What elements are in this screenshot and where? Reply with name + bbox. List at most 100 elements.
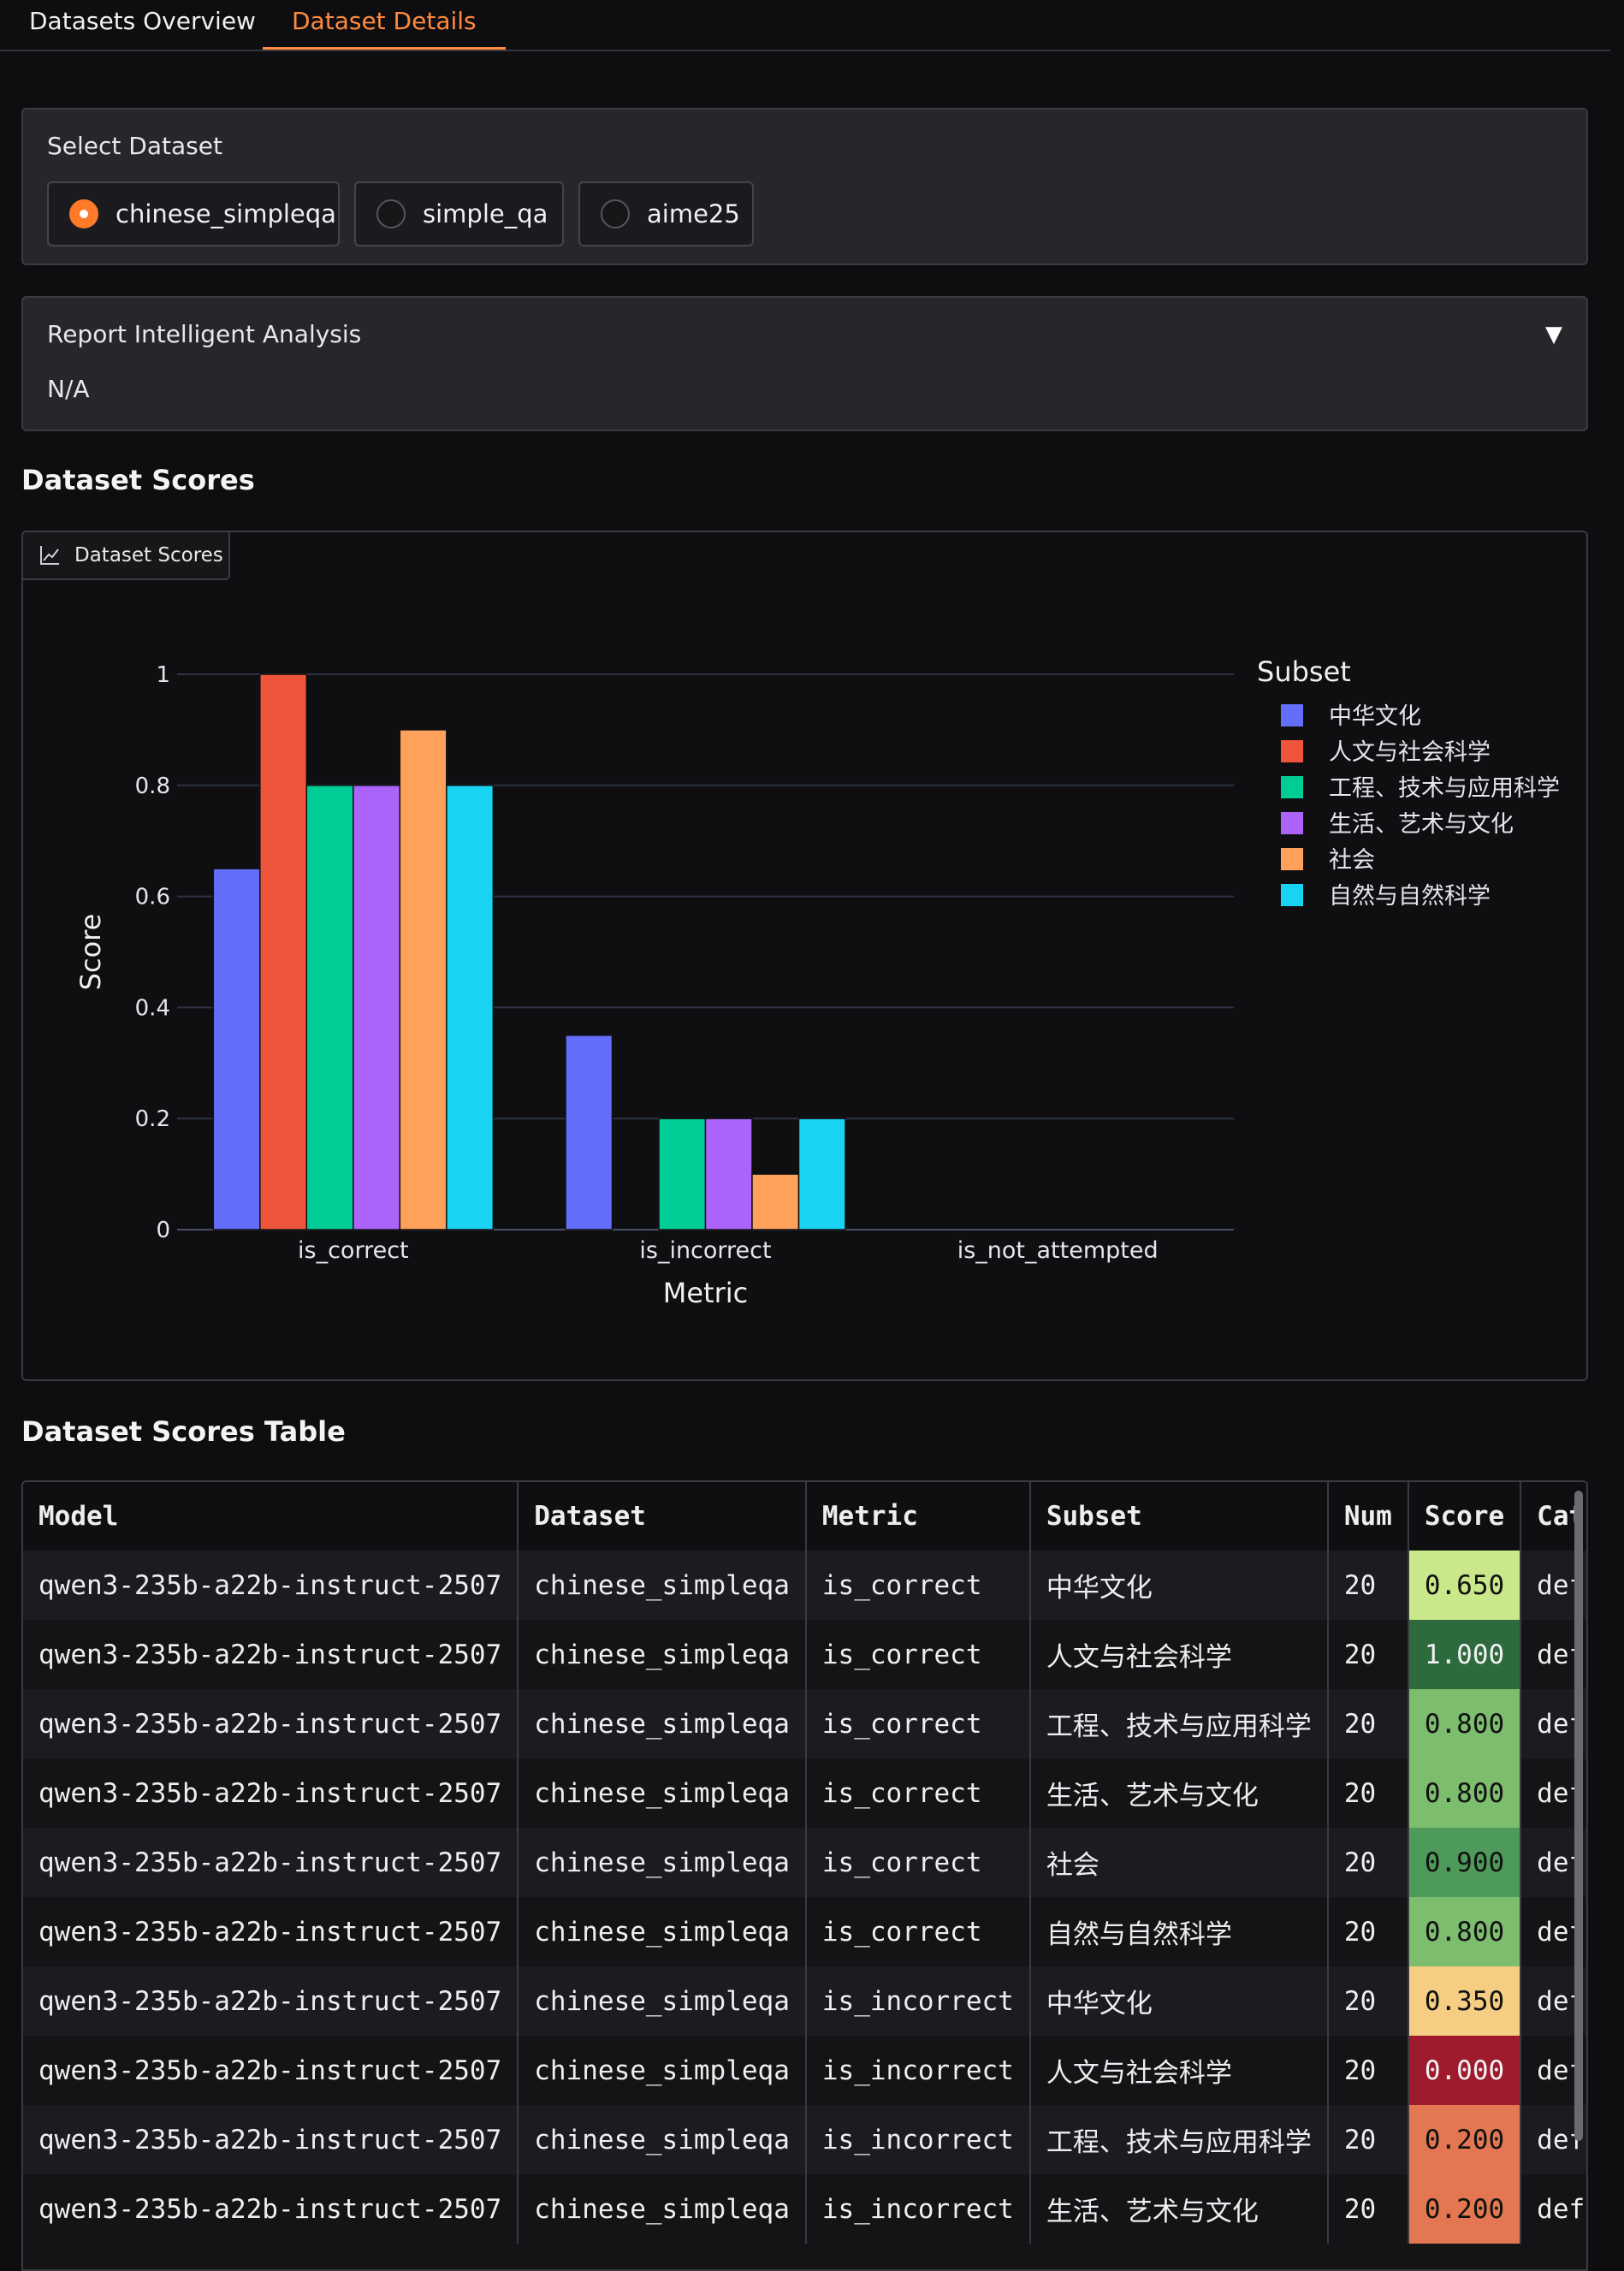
cell-num: 20 <box>1327 1689 1409 1758</box>
column-header-score[interactable]: Score <box>1408 1482 1522 1551</box>
cell-num: 20 <box>1327 1551 1409 1620</box>
y-tick-label: 0.2 <box>135 1106 170 1132</box>
bar <box>797 1118 846 1230</box>
cell-subset: 生活、艺术与文化 <box>1029 1758 1329 1828</box>
legend-swatch <box>1281 812 1303 834</box>
legend-item: 工程、技术与应用科学 <box>1329 775 1560 802</box>
cell-subset: 社会 <box>1029 1828 1329 1897</box>
tab-datasets-overview[interactable]: Datasets Overview <box>0 0 285 50</box>
cell-score: 0.800 <box>1408 1758 1522 1828</box>
dataset-scores-plot: Dataset Scores 0 0.2 0.4 0.6 0.8 1 is_correct i… <box>21 531 1588 1381</box>
legend-item: 生活、艺术与文化 <box>1329 811 1514 838</box>
cell-dataset: chinese_simpleqa <box>518 1689 807 1758</box>
bar <box>751 1173 800 1230</box>
collapse-triangle-icon[interactable]: ▼ <box>1545 322 1562 347</box>
column-header-metric[interactable]: Metric <box>805 1482 1031 1551</box>
cell-subset: 人文与社会科学 <box>1029 1620 1329 1689</box>
radio-unselected-icon <box>376 199 406 228</box>
radio-chinese-simpleqa[interactable]: chinese_simpleqa <box>47 181 340 246</box>
legend-swatch <box>1281 776 1303 798</box>
cell-metric: is_incorrect <box>805 2036 1031 2105</box>
cell-metric: is_incorrect <box>805 1966 1031 2036</box>
column-header-num[interactable]: Num <box>1327 1482 1409 1551</box>
legend-item: 中华文化 <box>1329 703 1421 730</box>
radio-aime25[interactable]: aime25 <box>578 181 754 246</box>
dataset-scores-table[interactable]: Model Dataset Metric Subset Num Score Ca… <box>21 1480 1588 2271</box>
table-row[interactable]: qwen3-235b-a22b-instruct-2507 chinese_sim… <box>23 2174 1586 2244</box>
bar-chart: 0 0.2 0.4 0.6 0.8 1 is_correct is_incorrect is_n… <box>74 655 1560 1309</box>
table-row[interactable]: qwen3-235b-a22b-instruct-2507 chinese_sim… <box>23 1897 1586 1966</box>
legend-swatch <box>1281 704 1303 726</box>
cell-dataset: chinese_simpleqa <box>518 2174 807 2244</box>
table-header-row: Model Dataset Metric Subset Num Score Ca… <box>23 1482 1586 1551</box>
cell-num: 20 <box>1327 1828 1409 1897</box>
cell-metric: is_correct <box>805 1758 1031 1828</box>
cell-dataset: chinese_simpleqa <box>518 2036 807 2105</box>
cell-score: 1.000 <box>1408 1620 1522 1689</box>
cell-num: 20 <box>1327 2174 1409 2244</box>
y-tick-label: 0.6 <box>135 885 170 910</box>
column-header-model[interactable]: Model <box>23 1482 519 1551</box>
x-tick-label: is_incorrect <box>639 1237 771 1264</box>
cell-model: qwen3-235b-a22b-instruct-2507 <box>23 2174 519 2244</box>
radio-simple-qa[interactable]: simple_qa <box>354 181 564 246</box>
bar <box>353 785 401 1230</box>
select-dataset-label: Select Dataset <box>47 132 222 160</box>
bar <box>212 868 261 1230</box>
cell-subset: 工程、技术与应用科学 <box>1029 1689 1329 1758</box>
cell-score: 0.000 <box>1408 2036 1522 2105</box>
bar <box>565 1035 613 1230</box>
cell-subset: 工程、技术与应用科学 <box>1029 2105 1329 2174</box>
table-scrollbar[interactable] <box>1574 1491 1583 2141</box>
cell-metric: is_correct <box>805 1897 1031 1966</box>
cell-metric: is_correct <box>805 1551 1031 1620</box>
cell-model: qwen3-235b-a22b-instruct-2507 <box>23 1897 519 1966</box>
column-header-subset[interactable]: Subset <box>1029 1482 1329 1551</box>
cell-num: 20 <box>1327 1897 1409 1966</box>
y-tick-label: 0.4 <box>135 995 170 1021</box>
bar <box>305 785 354 1230</box>
cell-score: 0.800 <box>1408 1897 1522 1966</box>
legend-item: 人文与社会科学 <box>1329 739 1491 766</box>
radio-unselected-icon <box>601 199 630 228</box>
cell-score: 0.200 <box>1408 2105 1522 2174</box>
cell-cat: default <box>1520 2174 1586 2244</box>
cell-model: qwen3-235b-a22b-instruct-2507 <box>23 1966 519 2036</box>
x-axis-title: Metric <box>663 1277 748 1309</box>
table-row[interactable]: qwen3-235b-a22b-instruct-2507 chinese_sim… <box>23 2036 1586 2105</box>
table-row[interactable]: qwen3-235b-a22b-instruct-2507 chinese_sim… <box>23 2105 1586 2174</box>
bar <box>259 673 308 1230</box>
y-tick-label: 0 <box>156 1218 170 1243</box>
analysis-label: Report Intelligent Analysis <box>47 320 362 348</box>
table-row[interactable]: qwen3-235b-a22b-instruct-2507 chinese_sim… <box>23 1966 1586 2036</box>
tab-dataset-details[interactable]: Dataset Details <box>263 0 506 50</box>
table-row[interactable]: qwen3-235b-a22b-instruct-2507 chinese_sim… <box>23 1551 1586 1620</box>
scores-table: Model Dataset Metric Subset Num Score Ca… <box>23 1482 1586 2244</box>
cell-score: 0.900 <box>1408 1828 1522 1897</box>
select-dataset-panel: Select Dataset chinese_simpleqa simple_q… <box>21 108 1588 265</box>
cell-dataset: chinese_simpleqa <box>518 1828 807 1897</box>
legend-item: 社会 <box>1329 847 1375 874</box>
bar <box>658 1118 707 1230</box>
cell-dataset: chinese_simpleqa <box>518 2105 807 2174</box>
cell-model: qwen3-235b-a22b-instruct-2507 <box>23 1689 519 1758</box>
cell-num: 20 <box>1327 2105 1409 2174</box>
radio-selected-icon <box>69 199 98 228</box>
y-tick-label: 0.8 <box>135 774 170 799</box>
cell-dataset: chinese_simpleqa <box>518 1966 807 2036</box>
radio-label: aime25 <box>647 199 740 228</box>
radio-label: simple_qa <box>423 199 548 228</box>
table-row[interactable]: qwen3-235b-a22b-instruct-2507 chinese_sim… <box>23 1828 1586 1897</box>
cell-score: 0.200 <box>1408 2174 1522 2244</box>
cell-metric: is_correct <box>805 1689 1031 1758</box>
column-header-dataset[interactable]: Dataset <box>518 1482 807 1551</box>
table-row[interactable]: qwen3-235b-a22b-instruct-2507 chinese_sim… <box>23 1620 1586 1689</box>
cell-num: 20 <box>1327 1966 1409 2036</box>
analysis-accordion[interactable]: Report Intelligent Analysis ▼ N/A <box>21 296 1588 431</box>
table-row[interactable]: qwen3-235b-a22b-instruct-2507 chinese_sim… <box>23 1758 1586 1828</box>
table-row[interactable]: qwen3-235b-a22b-instruct-2507 chinese_sim… <box>23 1689 1586 1758</box>
bar <box>704 1118 753 1230</box>
dataset-scores-table-title: Dataset Scores Table <box>21 1415 346 1448</box>
y-axis-title: Score <box>74 914 107 991</box>
cell-model: qwen3-235b-a22b-instruct-2507 <box>23 1551 519 1620</box>
